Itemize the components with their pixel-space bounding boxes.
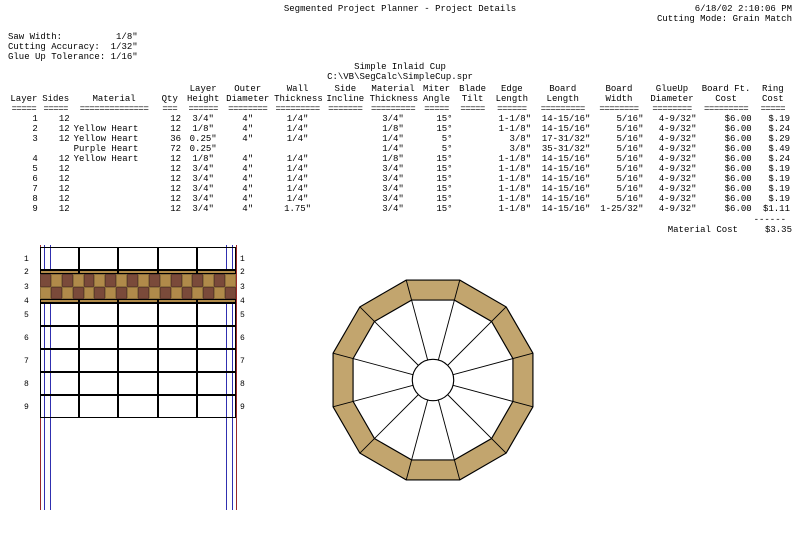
table-row: 512123/4"4"1/4"3/4"15°1-1/8"14-15/16"5/1… <box>8 164 792 174</box>
side-elevation-diagram: 112233445566778899 <box>18 245 258 525</box>
table-row: 212Yellow Heart121/8"4"1/4"1/8"15°1-1/8"… <box>8 124 792 134</box>
material-cost-footer: ------ Material Cost $3.35 <box>8 215 792 235</box>
table-row: 612123/4"4"1/4"3/4"15°1-1/8"14-15/16"5/1… <box>8 174 792 184</box>
glue-up-tolerance: Glue Up Tolerance: 1/16" <box>8 52 792 62</box>
table-row: 812123/4"4"1/4"3/4"15°1-1/8"14-15/16"5/1… <box>8 194 792 204</box>
table-row: 412Yellow Heart121/8"4"1/4"1/8"15°1-1/8"… <box>8 154 792 164</box>
table-row: 312Yellow Heart360.25"4"1/4"1/4"5°3/8"17… <box>8 134 792 144</box>
table-header-row-1: LayerOuterWallSideMaterialMiterBladeEdge… <box>8 84 792 94</box>
top-view-diagram <box>318 265 548 495</box>
table-row: 712123/4"4"1/4"3/4"15°1-1/8"14-15/16"5/1… <box>8 184 792 194</box>
project-path: C:\VB\SegCalc\SimpleCup.spr <box>8 72 792 82</box>
cutting-accuracy: Cutting Accuracy: 1/32" <box>8 42 792 52</box>
table-header-row-2: LayerSidesMaterialQtyHeightDiameterThick… <box>8 94 792 104</box>
table-row: 112123/4"4"1/4"3/4"15°1-1/8"14-15/16"5/1… <box>8 114 792 124</box>
table-row: 912123/4"4"1.75"3/4"15°1-1/8"14-15/16"1-… <box>8 204 792 214</box>
details-table: LayerOuterWallSideMaterialMiterBladeEdge… <box>8 84 792 214</box>
saw-width: Saw Width: 1/8" <box>8 32 792 42</box>
table-header-divider: ========================================… <box>8 104 792 114</box>
cutting-mode: Cutting Mode: Grain Match <box>657 14 792 24</box>
table-row: Purple Heart720.25"1/4"5°3/8"35-31/32"5/… <box>8 144 792 154</box>
datetime: 6/18/02 2:10:06 PM <box>657 4 792 14</box>
project-name: Simple Inlaid Cup <box>8 62 792 72</box>
